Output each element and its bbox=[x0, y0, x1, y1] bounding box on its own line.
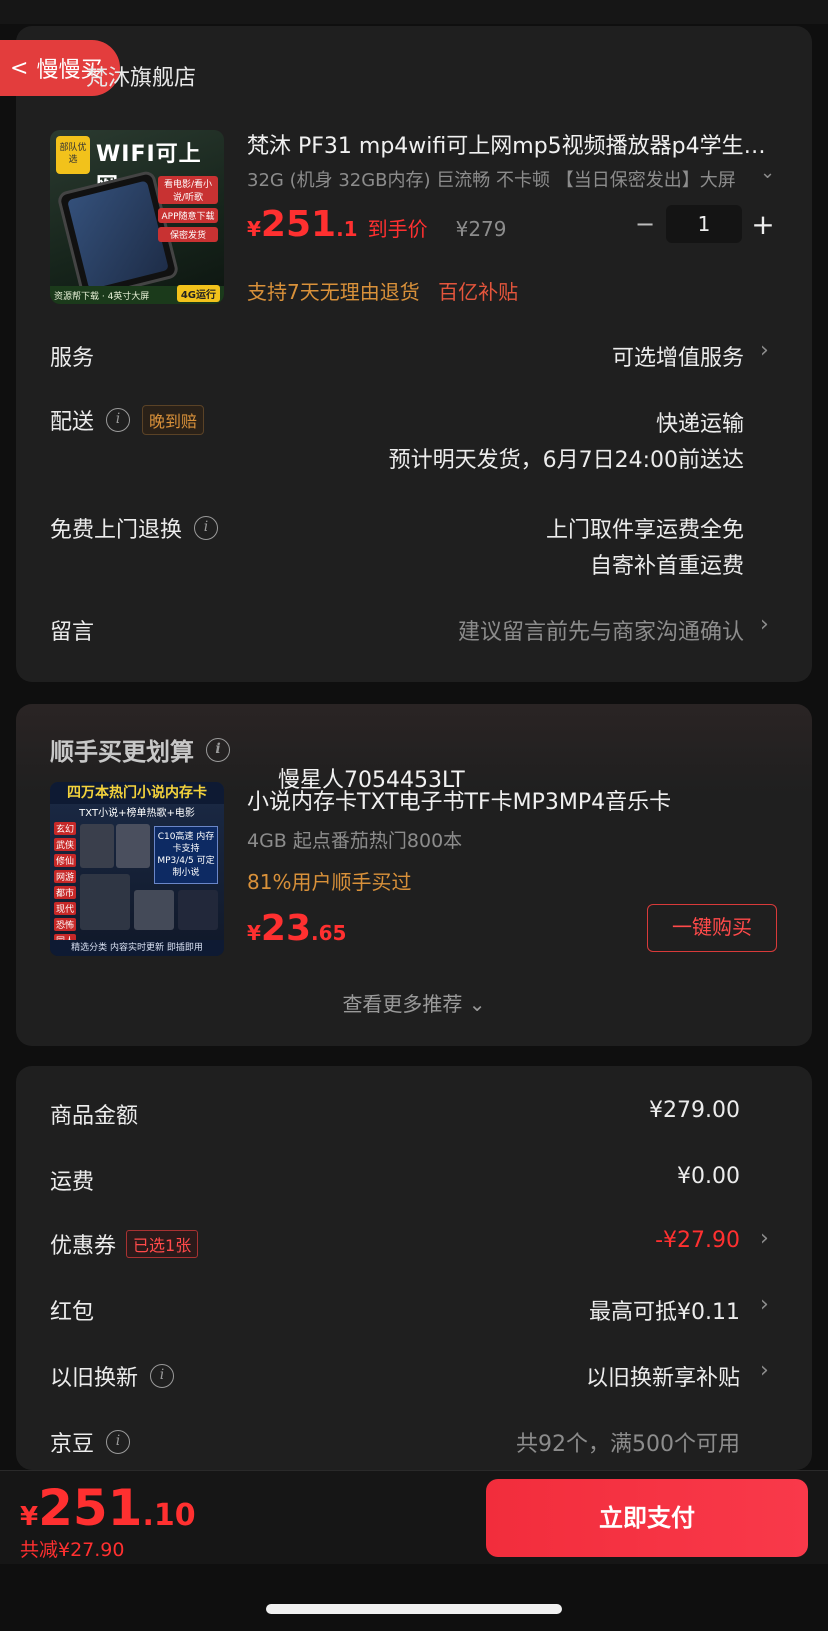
coupon-label: 优惠券 已选1张 bbox=[50, 1228, 199, 1260]
book-cover bbox=[116, 824, 150, 868]
recommend-product-image[interactable]: 四万本热门小说内存卡 TXT小说+榜单热歌+电影 玄幻 武侠 修仙 网游 都市 … bbox=[50, 782, 224, 956]
quantity-value[interactable]: 1 bbox=[666, 205, 742, 243]
subsidy-tag: 百亿补贴 bbox=[438, 280, 519, 304]
product-title[interactable]: 梵沐 PF31 mp4wifi可上网mp5视频播放器p4学生随身听 bbox=[247, 128, 787, 160]
total-decimal: .10 bbox=[142, 1498, 196, 1533]
sd-card-label: C10高速 内存卡支持 MP3/4/5 可定制小说 bbox=[154, 826, 218, 884]
rec-image-sub: TXT小说+榜单热歌+电影 bbox=[79, 808, 195, 819]
free-return-label: 免费上门退换 i bbox=[50, 512, 219, 544]
product-image-tags: 看电影/看小说/听歌 APP随意下载 保密发货 bbox=[158, 176, 218, 246]
info-icon[interactable]: i bbox=[106, 1430, 131, 1454]
info-icon[interactable]: i bbox=[106, 408, 131, 432]
delivery-label: 配送 i 晚到赔 bbox=[50, 404, 205, 436]
chevron-right-icon[interactable]: › bbox=[760, 612, 769, 637]
total-price: ¥ 251 .10 bbox=[20, 1479, 196, 1537]
goods-amount-value: ¥279.00 bbox=[649, 1098, 740, 1123]
checkout-bar: ¥ 251 .10 共减¥27.90 立即支付 bbox=[0, 1470, 828, 1564]
chevron-down-icon: ⌄ bbox=[462, 992, 486, 1016]
goods-amount-label: 商品金额 bbox=[50, 1104, 139, 1129]
product-badge: 部队优选 bbox=[56, 136, 90, 174]
recommend-section-title: 顺手买更划算 i bbox=[50, 732, 230, 767]
product-spec[interactable]: 32G (机身 32GB内存) 巨流畅 不卡顿 【当日保密发出】大屏 bbox=[247, 166, 737, 192]
chevron-down-icon[interactable]: ⌄ bbox=[760, 162, 775, 183]
coupon-value[interactable]: -¥27.90 bbox=[655, 1228, 740, 1253]
shipping-label: 运费 bbox=[50, 1170, 95, 1195]
see-more-link[interactable]: 查看更多推荐 ⌄ bbox=[0, 988, 828, 1017]
rec-image-categories: 玄幻 武侠 修仙 网游 都市 现代 恐怖 同人 bbox=[54, 822, 76, 950]
decrease-button[interactable]: − bbox=[630, 210, 660, 238]
trade-in-value[interactable]: 以旧换新享补贴 bbox=[586, 1360, 740, 1392]
home-indicator[interactable] bbox=[266, 1604, 562, 1614]
rec-price-decimal: .65 bbox=[311, 921, 347, 945]
price-decimal: .1 bbox=[336, 217, 358, 241]
recommend-price: ¥ 23 .65 bbox=[247, 908, 347, 949]
image-tag: 保密发货 bbox=[158, 227, 218, 242]
increase-button[interactable]: + bbox=[748, 208, 778, 241]
info-icon[interactable]: i bbox=[194, 516, 219, 540]
jingdou-label: 京豆 i bbox=[50, 1426, 131, 1458]
chevron-right-icon[interactable]: › bbox=[760, 338, 769, 363]
product-image-4g-tag: 4G运行 bbox=[176, 285, 220, 302]
store-name[interactable]: 梵沐旗舰店 bbox=[86, 60, 196, 92]
rec-image-bottom: 精选分类 内容实时更新 即插即用 bbox=[50, 940, 224, 956]
recommend-percent: 81%用户顺手买过 bbox=[247, 870, 412, 894]
book-cover bbox=[80, 824, 114, 868]
red-packet-value[interactable]: 最高可抵¥0.11 bbox=[589, 1294, 740, 1326]
message-input[interactable]: 建议留言前先与商家沟通确认 bbox=[458, 614, 744, 646]
chevron-right-icon[interactable]: › bbox=[760, 1358, 769, 1383]
image-tag: 看电影/看小说/听歌 bbox=[158, 176, 218, 204]
chevron-right-icon[interactable]: › bbox=[760, 1226, 769, 1251]
original-price: ¥279 bbox=[455, 217, 507, 241]
promise-tags: 支持7天无理由退货 百亿补贴 bbox=[247, 276, 518, 305]
rec-price-integer: 23 bbox=[260, 908, 312, 949]
delivery-estimate: 预计明天发货，6月7日24:00前送达 bbox=[388, 448, 744, 473]
service-value[interactable]: 可选增值服务 bbox=[612, 340, 744, 372]
chevron-right-icon[interactable]: › bbox=[760, 1292, 769, 1317]
info-icon[interactable]: i bbox=[150, 1364, 175, 1388]
book-cover bbox=[80, 874, 130, 930]
chevron-left-icon: < bbox=[10, 55, 29, 81]
sd-card-graphic bbox=[178, 890, 218, 930]
late-compensation-tag: 晚到赔 bbox=[142, 405, 205, 435]
pay-now-button[interactable]: 立即支付 bbox=[486, 1479, 808, 1557]
coupon-selected-tag: 已选1张 bbox=[126, 1230, 199, 1258]
quantity-stepper: − 1 + bbox=[630, 205, 780, 243]
shipping-value: ¥0.00 bbox=[677, 1164, 740, 1189]
delivery-method: 快递运输 bbox=[655, 412, 744, 437]
message-label: 留言 bbox=[50, 620, 95, 645]
product-image[interactable]: 部队优选 WIFI可上网 看电影/看小说/听歌 APP随意下载 保密发货 资源帮… bbox=[50, 130, 224, 304]
book-cover bbox=[134, 890, 174, 930]
product-price: ¥ 251 .1 到手价 ¥279 bbox=[247, 204, 507, 245]
one-click-buy-button[interactable]: 一键购买 bbox=[647, 904, 777, 952]
free-return-line1: 上门取件享运费全免 bbox=[545, 518, 744, 543]
price-label: 到手价 bbox=[367, 217, 428, 241]
return-promise: 支持7天无理由退货 bbox=[247, 280, 420, 304]
price-integer: 251 bbox=[260, 204, 337, 245]
watermark: 慢星人7054453LT bbox=[278, 768, 465, 793]
info-icon[interactable]: i bbox=[206, 737, 230, 762]
service-label: 服务 bbox=[50, 346, 95, 371]
jingdou-value: 共92个，满500个可用 bbox=[516, 1432, 740, 1457]
recommend-spec: 4GB 起点番茄热门800本 bbox=[247, 830, 463, 852]
status-bar bbox=[0, 0, 828, 24]
free-return-line2: 自寄补首重运费 bbox=[589, 554, 744, 579]
rec-image-top: 四万本热门小说内存卡 bbox=[50, 782, 224, 804]
image-tag: APP随意下载 bbox=[158, 208, 218, 223]
red-packet-label: 红包 bbox=[50, 1300, 95, 1325]
saved-amount: 共减¥27.90 bbox=[20, 1539, 125, 1561]
total-integer: 251 bbox=[38, 1479, 143, 1537]
trade-in-label: 以旧换新 i bbox=[50, 1360, 175, 1392]
